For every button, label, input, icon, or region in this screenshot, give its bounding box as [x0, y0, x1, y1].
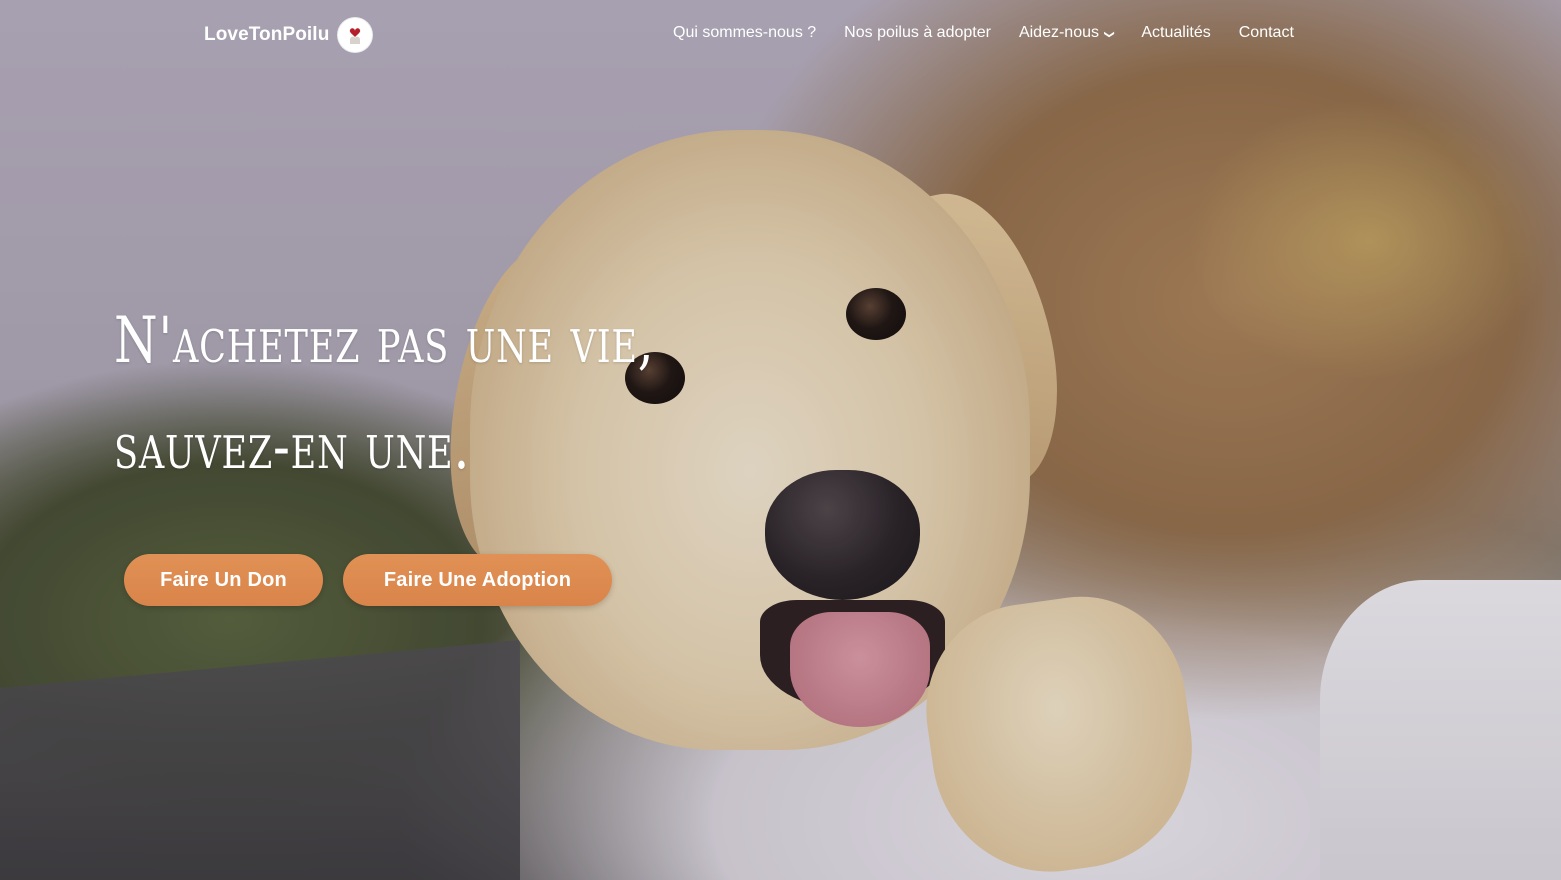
brand-name: LoveTonPoilu	[204, 24, 330, 45]
nav-item-news[interactable]: Actualités	[1141, 24, 1210, 42]
nav-item-help[interactable]: Aidez-nous ❯	[1019, 24, 1115, 42]
nav-item-contact[interactable]: Contact	[1239, 24, 1294, 42]
nav-item-adopt[interactable]: Nos poilus à adopter	[844, 24, 991, 42]
brand-link[interactable]: LoveTonPoilu	[204, 16, 374, 54]
headline-line-2: sauvez-en une.	[114, 410, 471, 484]
donate-button[interactable]: Faire Un Don	[124, 554, 323, 606]
adopt-button[interactable]: Faire Une Adoption	[343, 554, 612, 606]
heart-dog-logo-icon	[337, 17, 374, 53]
nav-item-about[interactable]: Qui sommes-nous ?	[673, 24, 816, 42]
hero-section: LoveTonPoilu Qui sommes-nous ? Nos poilu…	[0, 0, 1561, 880]
hero-headline: N'achetez pas une vie, sauvez-en une.	[114, 288, 654, 500]
chevron-down-icon: ❯	[1103, 29, 1115, 39]
site-header: LoveTonPoilu Qui sommes-nous ? Nos poilu…	[0, 0, 1561, 72]
headline-line-1: N'achetez pas une vie,	[114, 304, 655, 378]
